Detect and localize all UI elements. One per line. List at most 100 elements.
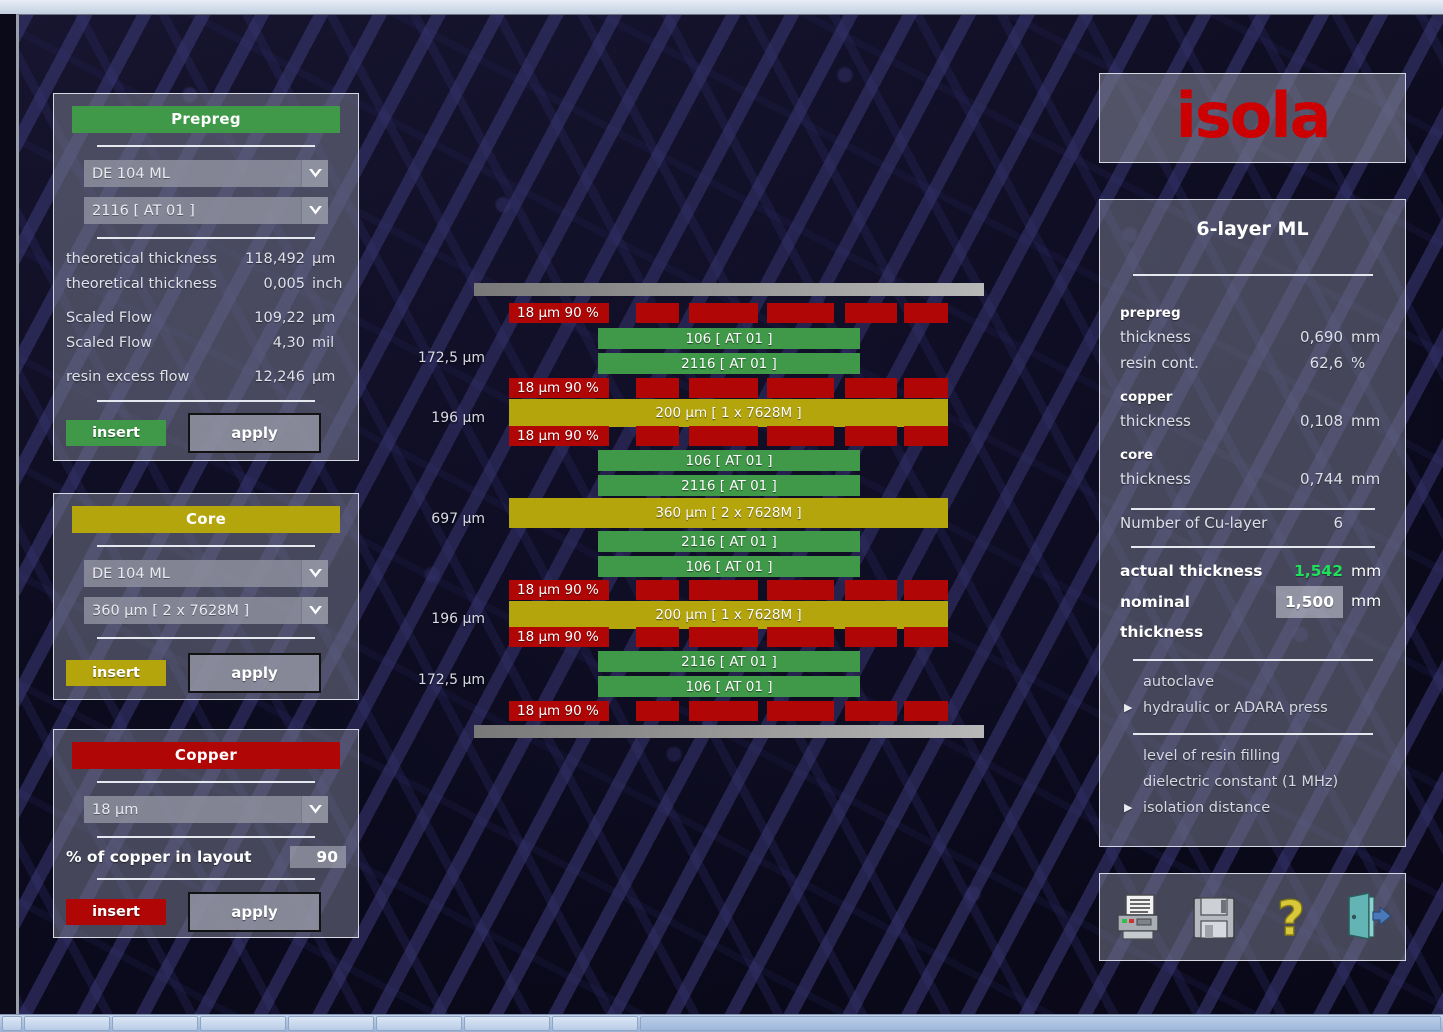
option-dielectric-constant[interactable]: dielectric constant (1 MHz) [1124, 769, 1381, 795]
taskbar-item[interactable] [200, 1016, 286, 1031]
dimension-label: 196 µm [431, 611, 485, 627]
windows-taskbar[interactable] [0, 1014, 1443, 1032]
copper-segment [689, 580, 758, 600]
option-hydraulic-press[interactable]: ▶ hydraulic or ADARA press [1124, 695, 1381, 721]
option-isolation-distance[interactable]: ▶ isolation distance [1124, 795, 1381, 821]
taskbar-active-item[interactable] [640, 1016, 1441, 1031]
save-icon[interactable] [1186, 889, 1242, 945]
option-label: autoclave [1143, 674, 1215, 690]
taskbar-item[interactable] [464, 1016, 550, 1031]
taskbar-start-button[interactable] [2, 1016, 22, 1031]
row-unit: mm [1351, 470, 1381, 488]
info-row: thickness 0,108 mm [1120, 408, 1385, 434]
copper-segment [767, 701, 834, 721]
row-label: thickness [1120, 328, 1191, 346]
row-unit: mm [1351, 412, 1381, 430]
copper-segment [689, 426, 758, 446]
option-label: level of resin filling [1143, 748, 1281, 764]
outer-layer-top [474, 283, 984, 296]
prepreg-layer[interactable]: 2116 [ AT 01 ] [598, 353, 860, 374]
info-row: thickness 0,690 mm [1120, 324, 1385, 350]
prepreg-layer[interactable]: 2116 [ AT 01 ] [598, 651, 860, 672]
copper-segment [845, 426, 897, 446]
row-value: 6 [1333, 514, 1343, 532]
info-row: resin cont. 62,6% [1120, 350, 1385, 376]
prepreg-layer[interactable]: 106 [ AT 01 ] [598, 556, 860, 577]
copper-segment-labeled: 18 µm 90 % [509, 580, 609, 600]
option-label: hydraulic or ADARA press [1143, 700, 1328, 716]
copper-segment [636, 303, 679, 323]
divider [1132, 659, 1373, 661]
row-unit: % [1351, 354, 1366, 372]
copper-segment [636, 426, 679, 446]
prepreg-layer[interactable]: 106 [ AT 01 ] [598, 328, 860, 349]
triangle-marker-icon: ▶ [1124, 701, 1133, 714]
exit-icon[interactable] [1339, 889, 1395, 945]
option-resin-filling[interactable]: level of resin filling [1124, 743, 1381, 769]
dimension-label: 196 µm [431, 410, 485, 426]
svg-text:?: ? [1277, 891, 1305, 945]
copper-segment [636, 580, 679, 600]
dimension-label: 697 µm [431, 511, 485, 527]
row-label: actual thickness [1120, 562, 1263, 580]
core-layer[interactable]: 360 µm [ 2 x 7628M ] [509, 498, 948, 528]
taskbar-item[interactable] [552, 1016, 638, 1031]
taskbar-item[interactable] [112, 1016, 198, 1031]
row-label: thickness [1120, 470, 1191, 488]
dimension-label: 172,5 µm [417, 672, 485, 688]
copper-segment [689, 378, 758, 398]
row-label: nominal thickness [1120, 593, 1204, 641]
row-label: Number of Cu-layer [1120, 514, 1268, 532]
core-layer[interactable]: 200 µm [ 1 x 7628M ] [509, 601, 948, 629]
print-icon[interactable] [1110, 889, 1166, 945]
cu-layer-count-row: Number of Cu-layer 6 [1120, 510, 1385, 536]
copper-segment-labeled: 18 µm 90 % [509, 701, 609, 721]
row-unit: mm [1351, 592, 1382, 610]
group-heading-copper: copper [1120, 389, 1173, 405]
copper-segment [767, 426, 834, 446]
core-layer[interactable]: 200 µm [ 1 x 7628M ] [509, 399, 948, 427]
prepreg-layer[interactable]: 2116 [ AT 01 ] [598, 475, 860, 496]
help-icon[interactable]: ? [1263, 889, 1319, 947]
divider [1132, 733, 1373, 735]
outer-layer-bottom [474, 725, 984, 738]
option-autoclave[interactable]: autoclave [1124, 669, 1381, 695]
copper-segment [845, 303, 897, 323]
triangle-marker-icon: ▶ [1124, 801, 1133, 814]
copper-segment [689, 701, 758, 721]
option-label: isolation distance [1143, 800, 1271, 816]
toolbar-panel: ? [1099, 873, 1406, 961]
taskbar-item[interactable] [288, 1016, 374, 1031]
row-label: resin cont. [1120, 354, 1199, 372]
divider [1132, 274, 1373, 276]
copper-segment [845, 701, 897, 721]
info-row: thickness 0,744 mm [1120, 466, 1385, 492]
copper-segment [767, 303, 834, 323]
copper-segment [636, 701, 679, 721]
taskbar-item[interactable] [24, 1016, 110, 1031]
row-value: 0,108 [1300, 412, 1343, 430]
taskbar-item[interactable] [376, 1016, 462, 1031]
summary-panel: 6-layer ML prepreg thickness 0,690 mm res… [1099, 199, 1406, 847]
copper-segment [904, 378, 948, 398]
copper-segment [904, 701, 948, 721]
copper-segment [845, 627, 897, 647]
copper-segment-labeled: 18 µm 90 % [509, 426, 609, 446]
prepreg-layer[interactable]: 2116 [ AT 01 ] [598, 531, 860, 552]
prepreg-layer[interactable]: 106 [ AT 01 ] [598, 676, 860, 697]
actual-thickness-value: 1,542 [1293, 562, 1343, 580]
copper-segment [767, 580, 834, 600]
option-label: dielectric constant (1 MHz) [1143, 774, 1339, 790]
nominal-thickness-input[interactable]: 1,500 [1275, 586, 1343, 618]
row-value: 62,6 [1309, 354, 1343, 372]
copper-segment-labeled: 18 µm 90 % [509, 303, 609, 323]
copper-segment [845, 378, 897, 398]
group-heading-core: core [1120, 447, 1154, 463]
copper-segment [904, 627, 948, 647]
copper-segment [689, 303, 758, 323]
row-unit: mm [1351, 328, 1381, 346]
copper-segment [845, 580, 897, 600]
prepreg-layer[interactable]: 106 [ AT 01 ] [598, 450, 860, 471]
dimension-label: 172,5 µm [417, 350, 485, 366]
copper-segment [636, 627, 679, 647]
